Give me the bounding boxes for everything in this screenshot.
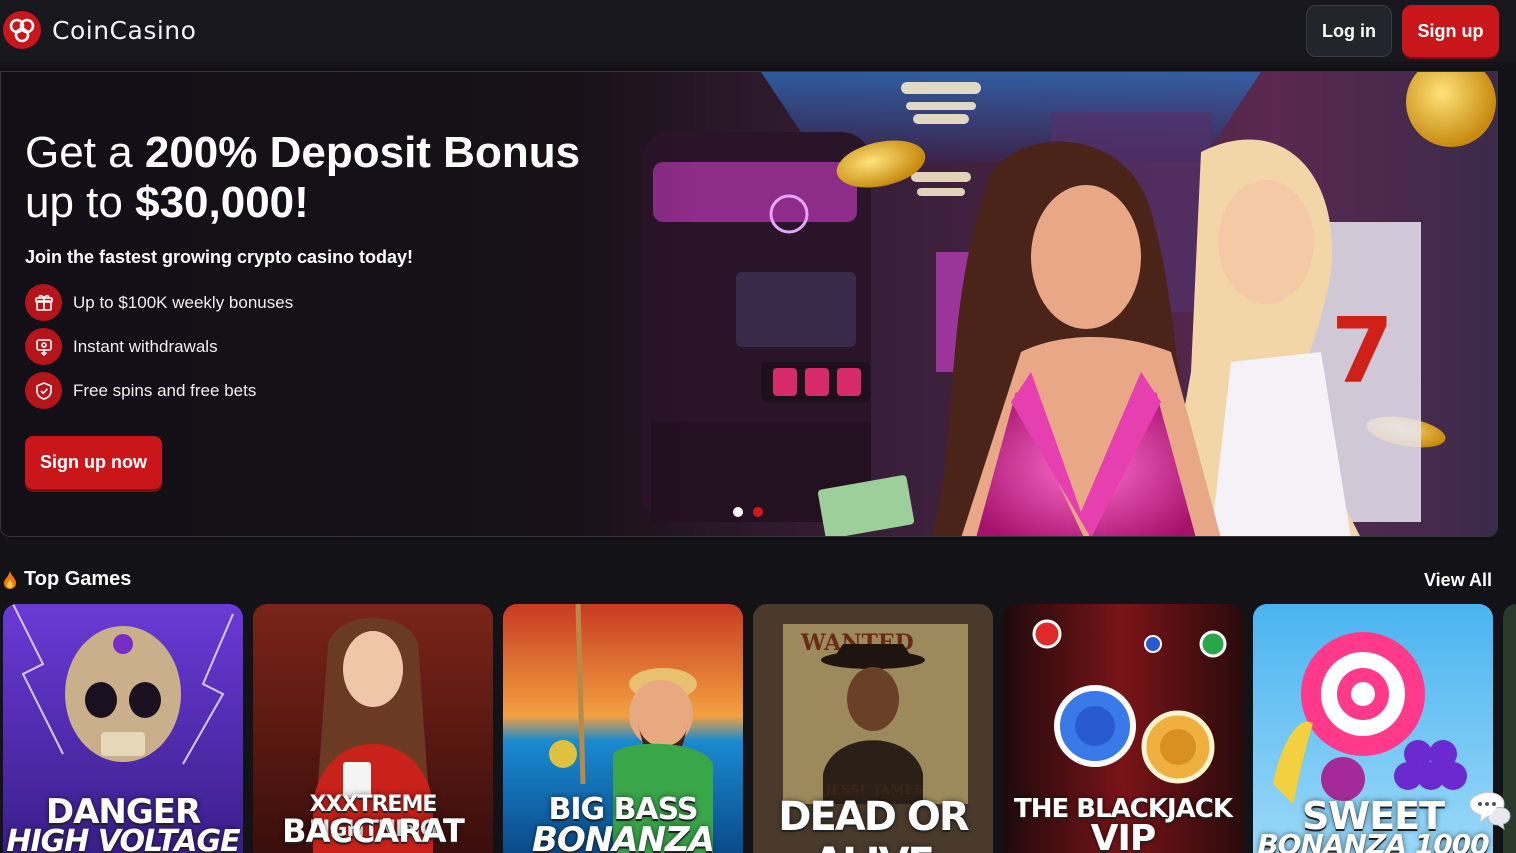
hero-title-amount: $30,000! (135, 178, 309, 227)
feature-text: Instant withdrawals (73, 336, 218, 356)
carousel-dot-1[interactable] (733, 507, 743, 517)
shield-check-icon (25, 372, 62, 409)
game-tile-sweet-bonanza-1000[interactable]: SWEET BONANZA 1000 (1253, 604, 1493, 853)
hero-title-prefix: Get a (25, 128, 145, 177)
feature-text: Up to $100K weekly bonuses (73, 292, 294, 312)
game-tile-the-blackjack-vip[interactable]: THE BLACKJACK VIP (1003, 604, 1243, 853)
game-tile-xxxtreme-lightning-baccarat[interactable]: XXXTREME LIGHTNING BACCARAT (253, 604, 493, 853)
feature-instant-withdrawals: Instant withdrawals (25, 328, 218, 365)
hero-subtitle: Join the fastest growing crypto casino t… (25, 247, 414, 267)
live-chat-icon[interactable] (1466, 790, 1512, 830)
game-title-line1: DEAD OR ALIVE (778, 794, 969, 853)
brand-logo[interactable]: CoinCasino (2, 10, 196, 50)
game-title-line2: VIP (1090, 818, 1157, 853)
site-header: CoinCasino Log in Sign up (0, 0, 1516, 62)
feature-free-spins: Free spins and free bets (25, 372, 256, 409)
game-tile-danger-high-voltage-2[interactable]: DANGER HIGH VOLTAGE 2 (3, 604, 243, 853)
top-games-header: Top Games (2, 568, 131, 591)
gift-icon (25, 284, 62, 321)
view-all-link[interactable]: View All (1424, 570, 1492, 591)
signup-button[interactable]: Sign up (1402, 5, 1499, 57)
section-title: Top Games (24, 568, 132, 590)
signup-now-button[interactable]: Sign up now (25, 436, 162, 489)
hero-banner: 7 Get a 200% Deposit Bonus up to $30,000… (0, 71, 1498, 537)
fire-icon (4, 570, 16, 589)
carousel-dots (733, 507, 763, 517)
hero-title-bonus: 200% Deposit Bonus (144, 128, 581, 177)
feature-text: Free spins and free bets (73, 380, 257, 400)
game-title-line2: BONANZA (531, 820, 715, 853)
carousel-dot-2[interactable] (753, 507, 763, 517)
hero-title-line2-prefix: up to (25, 178, 136, 227)
game-tile-big-bass-bonanza[interactable]: BIG BASS BONANZA (503, 604, 743, 853)
coin-casino-logo-icon (3, 11, 41, 49)
login-button[interactable]: Log in (1306, 5, 1392, 57)
brand-name: CoinCasino (52, 15, 197, 45)
feature-weekly-bonuses: Up to $100K weekly bonuses (25, 284, 293, 321)
game-tile-dead-or-alive[interactable]: WANTED JESSE JAMES DEAD OR ALIVE (753, 604, 993, 853)
game-title-line2: BONANZA 1000 (1257, 828, 1489, 853)
game-title-line2: HIGH VOLTAGE 2 (6, 824, 240, 853)
withdraw-icon (25, 328, 62, 365)
svg-text:7: 7 (1331, 299, 1394, 404)
hero-title: Get a 200% Deposit Bonus up to $30,000! (25, 128, 645, 228)
game-title-line2: BACCARAT (282, 812, 465, 850)
